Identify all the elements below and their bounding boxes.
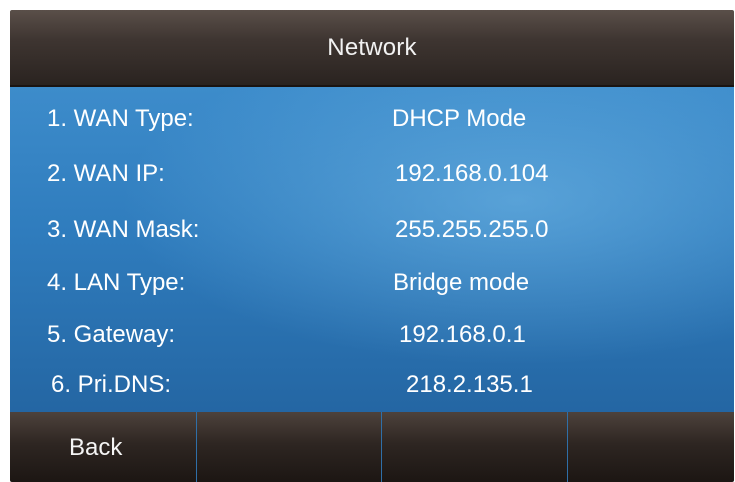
wan-mask-row[interactable]: 3. WAN Mask: 255.255.255.0 [10, 216, 734, 256]
lan-type-label: 4. LAN Type: [47, 269, 186, 296]
wan-ip-value: 192.168.0.104 [395, 160, 549, 187]
softkey-2[interactable] [197, 412, 382, 482]
lan-type-value: Bridge mode [393, 269, 530, 296]
gateway-value: 192.168.0.1 [399, 321, 526, 348]
screen-title: Network [327, 33, 417, 61]
network-info-list[interactable]: 1. WAN Type: DHCP Mode 2. WAN IP: 192.16… [10, 87, 734, 412]
wan-ip-label: 2. WAN IP: [47, 160, 165, 187]
back-softkey[interactable]: Back [10, 412, 197, 482]
primary-dns-row[interactable]: 6. Pri.DNS: 218.2.135.1 [10, 371, 734, 411]
softkey-4[interactable] [568, 412, 734, 482]
softkey-bar: Back [10, 412, 734, 482]
gateway-row[interactable]: 5. Gateway: 192.168.0.1 [10, 321, 734, 361]
wan-type-value: DHCP Mode [392, 105, 527, 132]
lan-type-row[interactable]: 4. LAN Type: Bridge mode [10, 269, 734, 309]
wan-mask-value: 255.255.255.0 [395, 216, 549, 243]
title-bar: Network [10, 10, 734, 87]
primary-dns-value: 218.2.135.1 [406, 371, 533, 398]
gateway-label: 5. Gateway: [47, 321, 176, 348]
wan-type-label: 1. WAN Type: [47, 105, 194, 132]
back-softkey-label: Back [69, 434, 123, 461]
primary-dns-label: 6. Pri.DNS: [51, 371, 172, 398]
softkey-3[interactable] [382, 412, 568, 482]
wan-type-row[interactable]: 1. WAN Type: DHCP Mode [10, 105, 734, 145]
wan-mask-label: 3. WAN Mask: [47, 216, 200, 243]
wan-ip-row[interactable]: 2. WAN IP: 192.168.0.104 [10, 160, 734, 200]
phone-screen: Network 1. WAN Type: DHCP Mode 2. WAN IP… [10, 10, 734, 482]
